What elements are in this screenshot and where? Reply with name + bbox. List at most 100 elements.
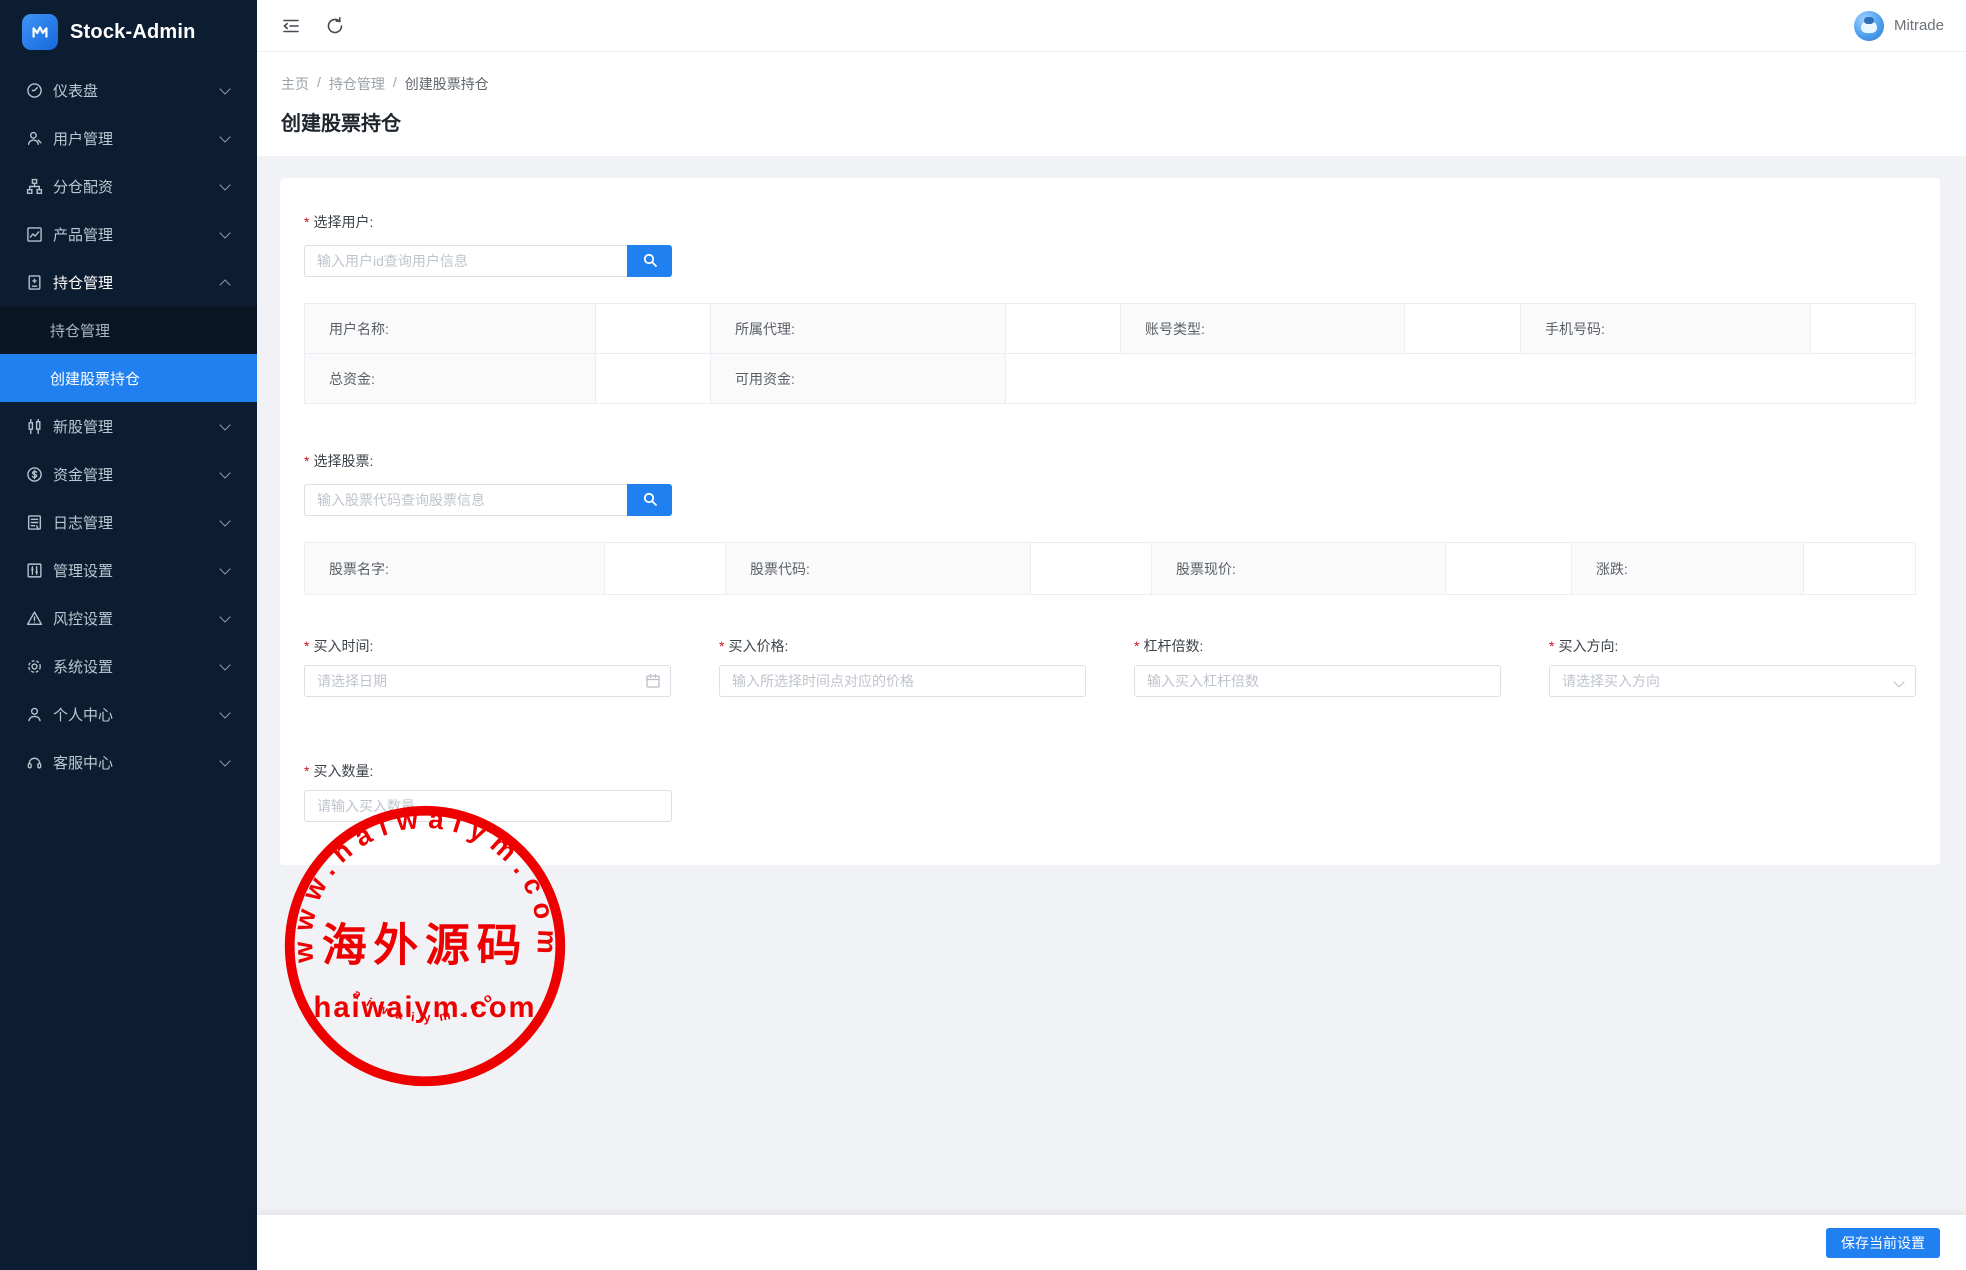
chevron-down-icon [219, 83, 230, 94]
chevron-down-icon [219, 515, 230, 526]
quantity-field: *买入数量: [304, 761, 672, 822]
menu-fold-icon[interactable] [281, 16, 301, 36]
stock-table-label: 股票代码: [726, 543, 1031, 595]
top-header: Mitrade [257, 0, 1966, 52]
breadcrumb-home[interactable]: 主页 [281, 74, 309, 94]
stock-table-label: 股票名字: [305, 543, 605, 595]
stock-table-value [1804, 543, 1915, 595]
user-table-value [1006, 354, 1915, 404]
user-table-label: 手机号码: [1521, 304, 1811, 354]
breadcrumb-separator: / [317, 74, 321, 94]
stock-search-button[interactable] [627, 484, 672, 516]
search-icon [642, 491, 658, 510]
user-table-label: 总资金: [305, 354, 596, 404]
chevron-down-icon [219, 611, 230, 622]
app-title: Stock-Admin [70, 21, 196, 44]
chevron-down-icon [1893, 676, 1904, 687]
buy-fields-row: *买入时间: *买入价格: *杠杆倍数: *买入方向: [304, 636, 1916, 697]
ipo-icon [26, 418, 43, 435]
search-icon [642, 252, 658, 271]
sidebar-item-allocation[interactable]: 分仓配资 [0, 162, 257, 210]
chevron-down-icon [219, 227, 230, 238]
breadcrumb-separator: / [393, 74, 397, 94]
sidebar-subitem-create-stock-position[interactable]: 创建股票持仓 [0, 354, 257, 402]
sidebar-item-ipo[interactable]: 新股管理 [0, 402, 257, 450]
chevron-down-icon [219, 659, 230, 670]
user-search-row [304, 245, 672, 277]
allocation-icon [26, 178, 43, 195]
quantity-input[interactable] [304, 790, 672, 822]
breadcrumb-current: 创建股票持仓 [405, 74, 489, 94]
save-settings-button[interactable]: 保存当前设置 [1826, 1228, 1940, 1258]
direction-select[interactable]: 请选择买入方向 [1549, 665, 1916, 697]
user-table-value [1405, 304, 1521, 354]
breadcrumb: 主页 / 持仓管理 / 创建股票持仓 [281, 74, 1966, 94]
sidebar-item-support[interactable]: 客服中心 [0, 738, 257, 786]
user-table-value [596, 354, 711, 404]
user-name: Mitrade [1894, 17, 1944, 34]
stock-table-label: 涨跌: [1572, 543, 1804, 595]
user-menu[interactable]: Mitrade [1854, 11, 1944, 41]
chevron-down-icon [219, 707, 230, 718]
direction-label: *买入方向: [1549, 636, 1916, 656]
sidebar-item-admin-settings[interactable]: 管理设置 [0, 546, 257, 594]
quantity-label: *买入数量: [304, 761, 672, 781]
breadcrumb-block: 主页 / 持仓管理 / 创建股票持仓 创建股票持仓 [257, 52, 1966, 156]
chevron-up-icon [219, 279, 230, 290]
sidebar-item-user-management[interactable]: 用户管理 [0, 114, 257, 162]
stock-table-label: 股票现价: [1152, 543, 1446, 595]
chevron-down-icon [219, 131, 230, 142]
user-search-input[interactable] [304, 245, 627, 277]
buy-price-field: *买入价格: [719, 636, 1086, 697]
leverage-label: *杠杆倍数: [1134, 636, 1501, 656]
system-icon [26, 658, 43, 675]
sidebar: Stock-Admin 仪表盘 用户管理 分仓配资 产品管理 持仓管理 持仓管理… [0, 0, 257, 1270]
profile-icon [26, 706, 43, 723]
buy-time-label: *买入时间: [304, 636, 671, 656]
chevron-down-icon [219, 563, 230, 574]
support-icon [26, 754, 43, 771]
user-table-label: 账号类型: [1121, 304, 1405, 354]
stock-search-input[interactable] [304, 484, 627, 516]
user-table-value [1006, 304, 1121, 354]
buy-price-input[interactable] [719, 665, 1086, 697]
sidebar-item-profile[interactable]: 个人中心 [0, 690, 257, 738]
user-info-table: 用户名称: 所属代理: 账号类型: 手机号码: 总资金: 可用资金: [304, 303, 1916, 404]
leverage-input[interactable] [1134, 665, 1501, 697]
app-logo-icon [22, 14, 58, 50]
sidebar-item-logs[interactable]: 日志管理 [0, 498, 257, 546]
stock-table-value [1446, 543, 1572, 595]
select-user-label: *选择用户: [304, 212, 1916, 232]
stock-search-row [304, 484, 672, 516]
admin-settings-icon [26, 562, 43, 579]
sidebar-item-products[interactable]: 产品管理 [0, 210, 257, 258]
sidebar-item-risk-settings[interactable]: 风控设置 [0, 594, 257, 642]
sidebar-menu: 仪表盘 用户管理 分仓配资 产品管理 持仓管理 持仓管理 创建股票持仓 新股管理 [0, 66, 257, 786]
sidebar-item-system-settings[interactable]: 系统设置 [0, 642, 257, 690]
user-search-button[interactable] [627, 245, 672, 277]
buy-price-label: *买入价格: [719, 636, 1086, 656]
sidebar-item-positions[interactable]: 持仓管理 [0, 258, 257, 306]
chevron-down-icon [219, 467, 230, 478]
user-table-value [1811, 304, 1915, 354]
stock-info-table: 股票名字: 股票代码: 股票现价: 涨跌: [304, 542, 1916, 595]
chevron-down-icon [219, 419, 230, 430]
stock-table-value [1031, 543, 1152, 595]
positions-icon [26, 274, 43, 291]
app-logo[interactable]: Stock-Admin [0, 0, 257, 64]
logs-icon [26, 514, 43, 531]
sidebar-subitem-positions[interactable]: 持仓管理 [0, 306, 257, 354]
sidebar-item-funds[interactable]: 资金管理 [0, 450, 257, 498]
chevron-down-icon [219, 755, 230, 766]
sidebar-item-dashboard[interactable]: 仪表盘 [0, 66, 257, 114]
products-icon [26, 226, 43, 243]
breadcrumb-positions[interactable]: 持仓管理 [329, 74, 385, 94]
user-table-label: 可用资金: [711, 354, 1006, 404]
funds-icon [26, 466, 43, 483]
avatar [1854, 11, 1884, 41]
dashboard-icon [26, 82, 43, 99]
buy-time-input[interactable] [304, 665, 671, 697]
stock-table-value [605, 543, 726, 595]
refresh-icon[interactable] [325, 16, 345, 36]
chevron-down-icon [219, 179, 230, 190]
